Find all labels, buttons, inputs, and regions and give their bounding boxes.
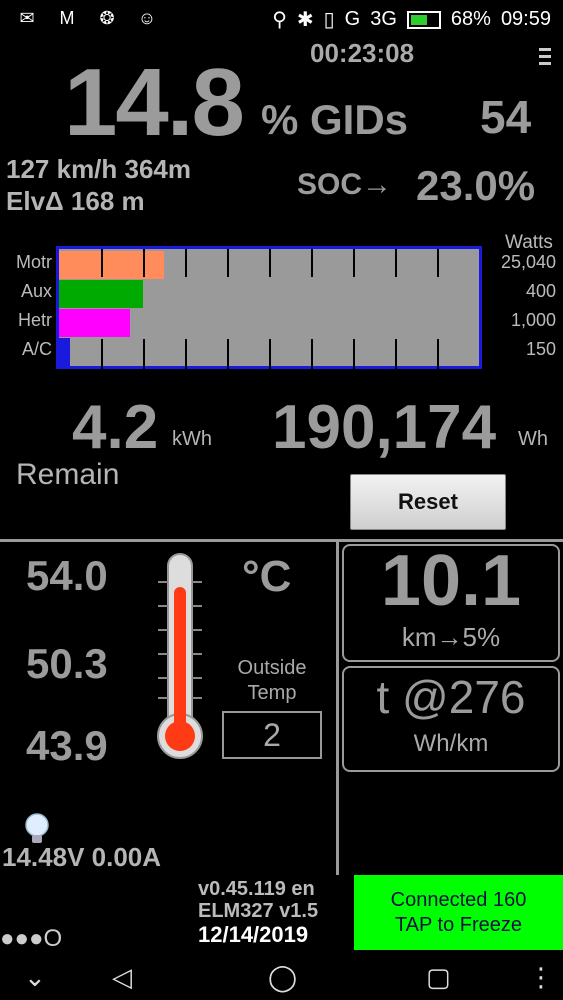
power-graph-tick [227,339,229,369]
power-graph-tick [143,249,145,277]
thermometer-icon [152,552,208,762]
bluetooth-icon: ✱ [296,9,314,31]
power-graph-tick [227,249,229,277]
power-graph-tick [143,339,145,369]
speed-readout: 127 km/h 364m [6,154,192,184]
connection-status-button[interactable]: Connected 160 TAP to Freeze [354,875,563,950]
temp-unit: °C [242,552,292,601]
power-graph-tick [185,249,187,277]
range-unit: km→5% [401,622,501,652]
power-graph-tick [395,339,397,369]
power-bar-hetr [59,309,130,337]
location-icon: ⚲ [272,9,287,31]
power-graph-tick [353,249,355,277]
power-graph-tick [185,339,187,369]
power-bar-aux [59,280,143,308]
mail-icon: M [59,8,75,28]
elevation-readout: ElvΔ 168 m [6,186,145,216]
power-graph[interactable] [56,246,482,369]
chat-icon: ✉ [19,8,35,28]
remain-label: Remain [16,458,120,491]
chevron-down-icon[interactable]: ⌄ [24,962,46,993]
reset-button[interactable]: Reset [350,474,506,530]
power-graph-tick [311,249,313,277]
recents-icon[interactable]: ▢ [426,962,451,993]
used-energy-unit: Wh [518,428,548,450]
battery-percent: 68% [450,8,491,30]
power-row-value: 1,000 [510,310,556,330]
power-row-label: Aux [20,281,52,301]
outside-temp-value: 2 [222,711,322,759]
power-bar-ac [59,338,70,366]
charge-percent-label: % GIDs [261,96,409,143]
battery-temp-avg: 50.3 [26,640,108,687]
outside-temp-label: Outside Temp [237,657,307,704]
soc-label: SOC→ [297,168,393,201]
signal-3g-icon: 3G [370,8,397,30]
efficiency-unit: Wh/km [413,730,489,757]
page-indicator[interactable]: ●●●O [0,925,62,953]
battery-temp-min: 43.9 [26,722,108,769]
range-panel[interactable]: 10.1 km→5% [342,541,560,662]
version-date: 12/14/2019 [198,922,309,947]
home-icon[interactable]: ◯ [268,962,297,993]
remaining-energy: 4.2 [72,393,159,462]
power-graph-tick [353,339,355,369]
power-row-value: 400 [525,281,556,301]
power-graph-tick [395,249,397,277]
vibrate-icon: ▯ [323,9,335,31]
charge-percent: 14.8 [64,49,245,156]
used-energy: 190,174 [272,393,497,462]
divider-vertical [336,542,339,875]
power-row-label: Hetr [17,310,52,330]
power-row-label: Motr [16,252,52,272]
range-value: 10.1 [380,541,522,621]
efficiency-panel[interactable]: t @276 Wh/km [342,666,560,772]
android-icon: ❂ [99,8,115,28]
waze-icon: ☺ [137,8,157,28]
efficiency-value: t @276 [376,671,526,723]
gids-count: 54 [480,91,532,143]
power-graph-tick [269,339,271,369]
watts-label: Watts [505,232,553,253]
status-bar: ✉ M ❂ ☺ ⚲ ✱ ▯ G 3G 68% 09:59 [0,0,563,38]
power-row-value: 150 [525,339,556,359]
navigation-bar: ⌄ ◁ ◯ ▢ ⋮ [0,952,563,1000]
soc-value: 23.0% [416,162,536,209]
back-icon[interactable]: ◁ [112,962,132,993]
power-graph-tick [437,249,439,277]
more-vertical-icon[interactable]: ⋮ [528,962,554,993]
power-graph-tick [101,249,103,277]
power-row-label: A/C [21,339,52,359]
power-graph-tick [311,339,313,369]
battery-icon [406,10,441,29]
signal-g-icon: G [344,8,361,30]
power-graph-tick [101,339,103,369]
remaining-energy-unit: kWh [172,428,212,450]
battery-voltage-current: 14.48V 0.00A [2,842,162,872]
trip-timer: 00:23:08 [310,38,415,68]
overflow-menu-icon[interactable] [539,48,551,69]
power-graph-tick [269,249,271,277]
clock: 09:59 [500,8,551,30]
power-graph-tick [437,339,439,369]
lightbulb-icon[interactable] [22,812,52,846]
power-bar-motr [59,251,164,279]
battery-temp-max: 54.0 [26,552,108,599]
power-row-value: 25,040 [500,252,556,272]
version-info: v0.45.119 en ELM327 v1.5 [198,878,319,922]
